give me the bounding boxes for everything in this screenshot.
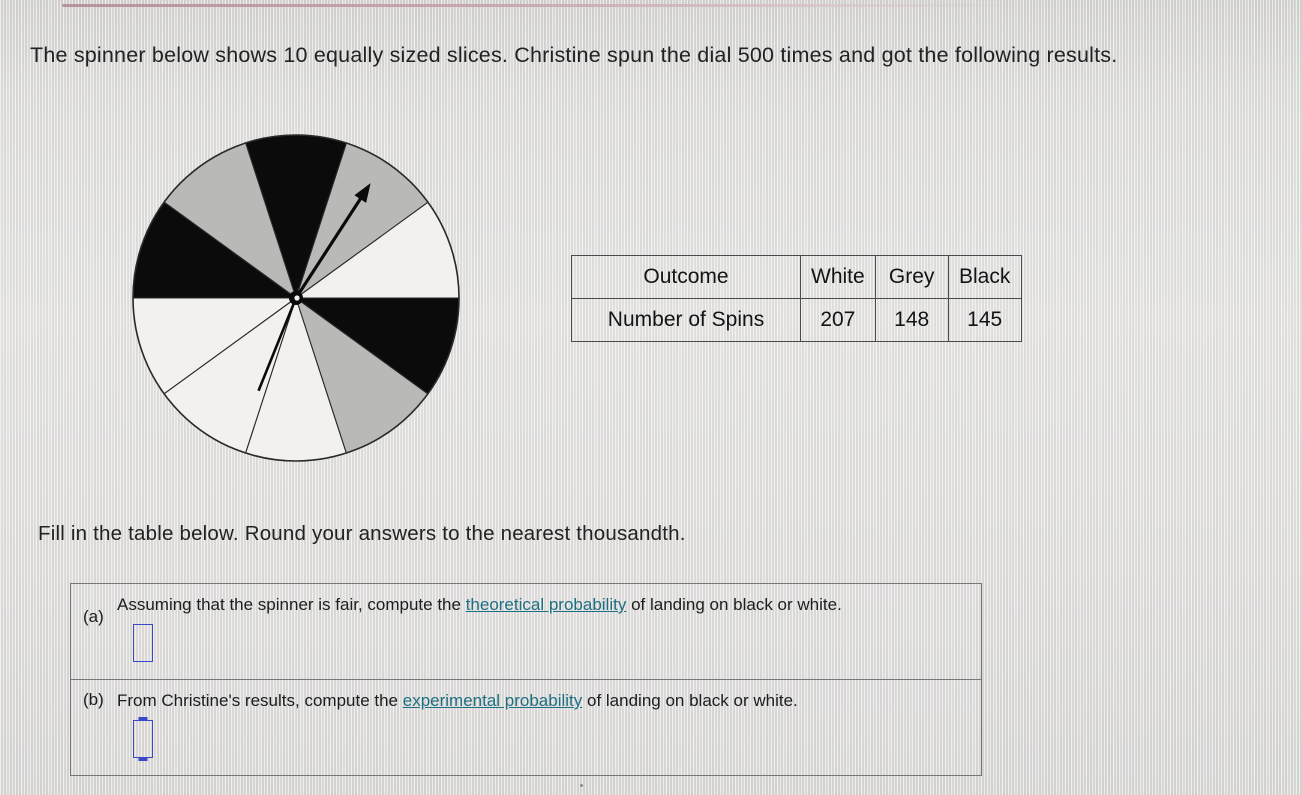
cell-white-count: 207 <box>800 298 876 342</box>
header-grey: Grey <box>874 255 949 299</box>
spinner-svg <box>132 134 460 462</box>
header-black: Black <box>947 255 1022 299</box>
results-table-wrapper: Outcome White Grey Black Number of Spins… <box>571 255 1022 342</box>
question-b-text-after: of landing on black or white. <box>582 691 798 710</box>
questions-panel: (a) Assuming that the spinner is fair, c… <box>70 583 982 776</box>
problem-statement: The spinner below shows 10 equally sized… <box>30 43 1118 67</box>
question-b-answer-area <box>117 711 969 767</box>
question-b: (b) From Christine's results, compute th… <box>71 679 981 775</box>
answer-input-a[interactable] <box>133 624 153 662</box>
question-b-text: From Christine's results, compute the ex… <box>117 690 969 711</box>
experimental-probability-link[interactable]: experimental probability <box>403 691 583 710</box>
header-outcome: Outcome <box>571 255 801 299</box>
question-a-label: (a) <box>83 607 104 626</box>
answer-input-b[interactable] <box>133 720 153 758</box>
table-row-spins: Number of Spins 207 148 145 <box>571 298 1022 342</box>
cell-grey-count: 148 <box>874 298 949 342</box>
question-b-text-before: From Christine's results, compute the <box>117 691 403 710</box>
theoretical-probability-link[interactable]: theoretical probability <box>466 595 627 614</box>
spinner-hub-center <box>294 295 300 301</box>
question-a: (a) Assuming that the spinner is fair, c… <box>71 584 981 679</box>
top-accent-line <box>62 4 1024 7</box>
fill-in-instruction: Fill in the table below. Round your answ… <box>38 522 686 545</box>
row-label-number-of-spins: Number of Spins <box>571 298 801 342</box>
results-table: Outcome White Grey Black Number of Spins… <box>571 255 1022 342</box>
question-a-text: Assuming that the spinner is fair, compu… <box>117 594 969 615</box>
question-b-label: (b) <box>83 690 104 709</box>
question-a-text-after: of landing on black or white. <box>626 595 842 614</box>
spinner-figure <box>126 133 466 473</box>
cell-black-count: 145 <box>947 298 1022 342</box>
question-a-text-before: Assuming that the spinner is fair, compu… <box>117 595 466 614</box>
table-row-header: Outcome White Grey Black <box>571 255 1022 299</box>
header-white: White <box>800 255 876 299</box>
question-a-answer-area <box>117 615 969 671</box>
screen-speck <box>580 784 583 787</box>
